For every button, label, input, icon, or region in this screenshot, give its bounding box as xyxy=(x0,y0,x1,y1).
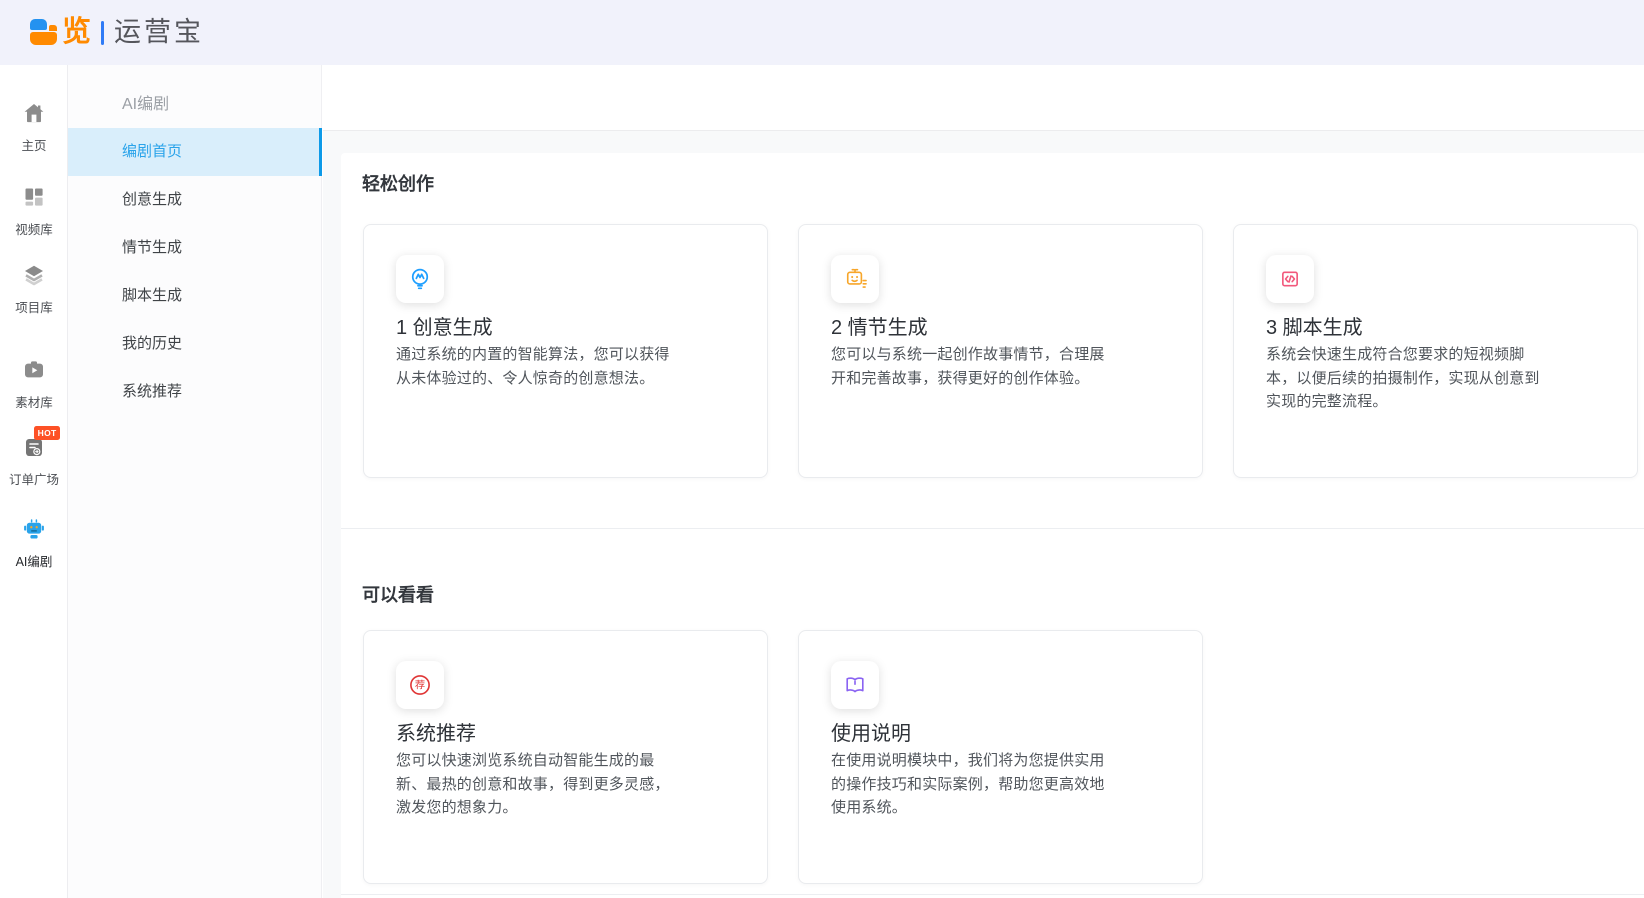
primary-nav-rail: 主页 视频库 项目库 xyxy=(0,65,68,898)
sidebar-item-recommend[interactable]: 系统推荐 xyxy=(68,368,322,416)
material-library-icon xyxy=(22,358,46,382)
app-logo[interactable]: 览 运营宝 xyxy=(30,18,204,47)
logo-brand-text: 运营宝 xyxy=(114,19,204,46)
card-system-recommend[interactable]: 荐 系统推荐 您可以快速浏览系统自动智能生成的最新、最热的创意和故事，得到更多灵… xyxy=(363,630,768,884)
section-divider xyxy=(341,528,1644,529)
rail-item-project-library[interactable]: 项目库 xyxy=(0,263,68,316)
sidebar-item-idea[interactable]: 创意生成 xyxy=(68,176,322,224)
card-plot-generation[interactable]: 2 情节生成 您可以与系统一起创作故事情节，合理展开和完善故事，获得更好的创作体… xyxy=(798,224,1203,478)
card-title: 使用说明 xyxy=(831,717,911,746)
rail-item-order-market[interactable]: HOT 订单广场 xyxy=(0,435,68,488)
rail-item-label: 视频库 xyxy=(0,219,68,238)
code-script-icon xyxy=(1266,255,1314,303)
app-window: 览 运营宝 主页 xyxy=(0,0,1644,898)
idea-bulb-icon xyxy=(396,255,444,303)
sidebar-item-history[interactable]: 我的历史 xyxy=(68,320,322,368)
rail-item-label: 主页 xyxy=(0,135,68,154)
robot-head-icon xyxy=(831,255,879,303)
sidebar-item-plot[interactable]: 情节生成 xyxy=(68,224,322,272)
home-icon xyxy=(22,101,46,125)
ai-robot-icon xyxy=(22,517,46,541)
video-library-icon xyxy=(22,185,46,209)
recommend-glyph: 荐 xyxy=(415,680,425,692)
logo-mark-icon xyxy=(30,19,57,46)
card-desc: 系统会快速生成符合您要求的短视频脚本，以便后续的拍摄制作，实现从创意到实现的完整… xyxy=(1266,343,1550,414)
card-desc: 您可以快速浏览系统自动智能生成的最新、最热的创意和故事，得到更多灵感，激发您的想… xyxy=(396,749,680,820)
rail-item-label: AI编剧 xyxy=(0,551,68,570)
order-doc-icon: HOT xyxy=(22,435,46,459)
section-title-explore: 可以看看 xyxy=(362,581,434,607)
secondary-sidebar: AI编剧 编剧首页 创意生成 情节生成 脚本生成 我的历史 系统推荐 xyxy=(68,65,322,898)
open-book-icon xyxy=(831,661,879,709)
card-desc: 通过系统的内置的智能算法，您可以获得从未体验过的、令人惊奇的创意想法。 xyxy=(396,343,680,390)
section-title-create: 轻松创作 xyxy=(362,170,434,196)
card-desc: 在使用说明模块中，我们将为您提供实用的操作技巧和实际案例，帮助您更高效地使用系统… xyxy=(831,749,1115,820)
project-library-icon xyxy=(22,263,46,287)
card-idea-generation[interactable]: 1 创意生成 通过系统的内置的智能算法，您可以获得从未体验过的、令人惊奇的创意想… xyxy=(363,224,768,478)
logo-char: 览 xyxy=(62,18,91,47)
card-title: 系统推荐 xyxy=(396,717,476,746)
rail-item-home[interactable]: 主页 xyxy=(0,101,68,154)
card-script-generation[interactable]: 3 脚本生成 系统会快速生成符合您要求的短视频脚本，以便后续的拍摄制作，实现从创… xyxy=(1233,224,1638,478)
sidebar-title: AI编剧 xyxy=(122,90,169,114)
logo-divider xyxy=(101,21,104,45)
card-user-manual[interactable]: 使用说明 在使用说明模块中，我们将为您提供实用的操作技巧和实际案例，帮助您更高效… xyxy=(798,630,1203,884)
card-title: 2 情节生成 xyxy=(831,311,928,340)
rail-item-ai-script[interactable]: AI编剧 xyxy=(0,517,68,570)
rail-item-material-library[interactable]: 素材库 xyxy=(0,358,68,411)
hot-badge: HOT xyxy=(34,426,60,440)
rail-item-label: 素材库 xyxy=(0,392,68,411)
rail-item-label: 项目库 xyxy=(0,297,68,316)
rail-item-video-library[interactable]: 视频库 xyxy=(0,185,68,238)
app-header: 览 运营宝 xyxy=(0,0,1644,65)
sidebar-item-script[interactable]: 脚本生成 xyxy=(68,272,322,320)
content-topbar xyxy=(323,65,1644,131)
card-desc: 您可以与系统一起创作故事情节，合理展开和完善故事，获得更好的创作体验。 xyxy=(831,343,1115,390)
panel-bottom-divider xyxy=(341,894,1644,895)
card-title: 1 创意生成 xyxy=(396,311,493,340)
content-panel: 轻松创作 1 创意生成 通过系统的内置的智能算法，您可以获得从未体验过的、令人惊… xyxy=(341,153,1644,898)
sidebar-item-home[interactable]: 编剧首页 xyxy=(68,128,322,176)
recommend-seal-icon: 荐 xyxy=(396,661,444,709)
rail-item-label: 订单广场 xyxy=(0,469,68,488)
card-title: 3 脚本生成 xyxy=(1266,311,1363,340)
